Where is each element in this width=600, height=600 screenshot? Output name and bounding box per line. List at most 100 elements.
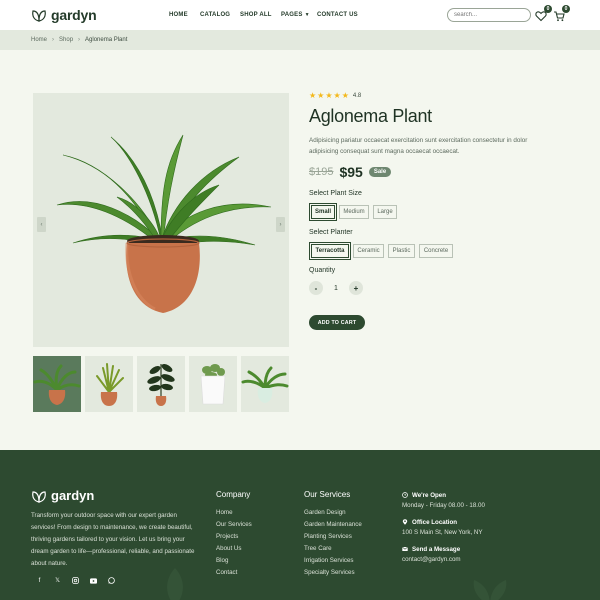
location-pin-icon (402, 519, 408, 525)
size-option-medium[interactable]: Medium (339, 205, 369, 219)
footer-link-garden-maintenance[interactable]: Garden Maintenance (304, 519, 362, 531)
footer-link-projects[interactable]: Projects (216, 531, 252, 543)
contact-message: Send a Message contact@gardyn.com (402, 544, 485, 565)
thumbnail-green-plant[interactable] (241, 356, 289, 412)
footer-link-contact[interactable]: Contact (216, 567, 252, 579)
youtube-icon[interactable] (90, 577, 97, 584)
quantity-value[interactable]: 1 (332, 285, 340, 292)
product-main-image (33, 93, 289, 347)
instagram-glyph (72, 577, 79, 584)
next-image-button[interactable]: › (276, 217, 285, 232)
footer-services-column: Our Services Garden Design Garden Mainte… (304, 490, 362, 579)
whatsapp-icon[interactable] (108, 577, 115, 584)
clock-icon (402, 492, 408, 498)
footer-link-our-services[interactable]: Our Services (216, 519, 252, 531)
contact-hours-label: We're Open (412, 491, 447, 499)
nav-item-contact-us[interactable]: CONTACT US (317, 12, 358, 18)
footer-link-about-us[interactable]: About Us (216, 543, 252, 555)
chevron-right-icon: › (78, 37, 81, 43)
quantity-increase-button[interactable]: + (349, 281, 363, 295)
footer-company-column: Company Home Our Services Projects About… (216, 490, 252, 579)
quantity-decrease-button[interactable]: - (309, 281, 323, 295)
minus-icon: - (314, 283, 318, 293)
facebook-icon[interactable]: f (36, 577, 43, 584)
product-title: Aglonema Plant (309, 106, 432, 126)
planter-option-concrete[interactable]: Concrete (419, 244, 453, 258)
contact-location: Office Location 100 S Main St, New York,… (402, 517, 485, 538)
footer-link-garden-design[interactable]: Garden Design (304, 507, 362, 519)
star-icon: ★ (333, 91, 341, 100)
rating-value: 4.8 (352, 93, 362, 99)
footer-link-tree-care[interactable]: Tree Care (304, 543, 362, 555)
wishlist-count-badge: 0 (544, 5, 552, 13)
instagram-icon[interactable] (72, 577, 79, 584)
star-icon: ★ (309, 91, 317, 100)
footer-link-blog[interactable]: Blog (216, 555, 252, 567)
prev-image-button[interactable]: ‹ (37, 217, 46, 232)
size-label: Select Plant Size (309, 190, 362, 197)
product-description: Adipisicing pariatur occaecat exercitati… (309, 137, 528, 155)
contact-email[interactable]: contact@gardyn.com (402, 554, 485, 565)
nav-item-catalog[interactable]: CATALOG (200, 12, 230, 18)
chevron-right-icon: › (279, 221, 282, 228)
footer-services-title: Our Services (304, 490, 351, 499)
quantity-label: Quantity (309, 267, 336, 274)
planter-label: Select Planter (309, 229, 353, 236)
mail-icon (402, 546, 408, 551)
footer-link-planting-services[interactable]: Planting Services (304, 531, 362, 543)
star-icon: ★ (317, 91, 325, 100)
x-icon[interactable]: 𝕏 (54, 577, 61, 584)
plant-thumbnail-image (96, 363, 124, 406)
leaf-decoration-icon (167, 568, 183, 600)
star-icon: ★ (341, 91, 349, 100)
nav-item-pages[interactable]: PAGES ▼ (281, 12, 310, 18)
add-to-cart-button[interactable]: ADD TO CART (309, 315, 365, 330)
footer-description: Transform your outdoor space with our ex… (31, 512, 195, 567)
rating: ★ ★ ★ ★ ★ 4.8 (309, 92, 361, 100)
price-row: $195 $95 Sale (309, 164, 392, 180)
footer-contact-column: We're Open Monday - Friday 08.00 - 18.00… (402, 490, 485, 571)
cart-button[interactable]: 0 (553, 5, 570, 22)
contact-hours: We're Open Monday - Friday 08.00 - 18.00 (402, 490, 485, 511)
sale-badge: Sale (368, 167, 392, 177)
nav-item-shop-all[interactable]: SHOP ALL (240, 12, 272, 18)
contact-message-label: Send a Message (412, 545, 461, 553)
plant-thumbnail-image (200, 364, 226, 405)
thumbnail-aglonema[interactable] (33, 356, 81, 412)
youtube-glyph (90, 577, 97, 584)
search-input[interactable] (447, 8, 531, 22)
footer-company-title: Company (216, 490, 251, 499)
old-price: $195 (309, 166, 334, 178)
contact-hours-value: Monday - Friday 08.00 - 18.00 (402, 502, 485, 509)
site-header: gardyn HOME CATALOG SHOP ALL PAGES ▼ CON… (0, 0, 600, 30)
breadcrumb-shop[interactable]: Shop (59, 37, 73, 43)
planter-option-plastic[interactable]: Plastic (388, 244, 415, 258)
nav-item-home[interactable]: HOME (169, 12, 188, 18)
plant-thumbnail-image (33, 364, 81, 405)
wishlist-button[interactable]: 0 (535, 5, 552, 22)
planter-option-terracotta[interactable]: Terracotta (309, 242, 351, 260)
size-option-small[interactable]: Small (309, 203, 337, 221)
size-option-large[interactable]: Large (373, 205, 397, 219)
footer-logo[interactable]: gardyn (31, 488, 94, 503)
breadcrumb: Home › Shop › Aglonema Plant (0, 30, 600, 50)
plant-thumbnail-image (147, 364, 175, 406)
current-price: $95 (339, 164, 363, 180)
footer-logo-text: gardyn (51, 488, 95, 503)
breadcrumb-home[interactable]: Home (31, 37, 47, 43)
planter-option-ceramic[interactable]: Ceramic (353, 244, 384, 258)
thumbnail-gallery (33, 356, 289, 412)
chevron-right-icon: › (52, 37, 55, 43)
thumbnail-snake-plant[interactable] (85, 356, 133, 412)
footer-link-irrigation-services[interactable]: Irrigation Services (304, 555, 362, 567)
thumbnail-succulent[interactable] (189, 356, 237, 412)
footer-link-home[interactable]: Home (216, 507, 252, 519)
social-links: f 𝕏 (36, 577, 115, 584)
chevron-left-icon: ‹ (40, 221, 43, 228)
chevron-down-icon: ▼ (304, 12, 310, 18)
contact-location-value: 100 S Main St, New York, NY (402, 529, 483, 536)
plant-thumbnail-image (241, 366, 289, 403)
leaf-logo-icon (32, 490, 46, 503)
thumbnail-rubber-plant[interactable] (137, 356, 185, 412)
footer-link-specialty-services[interactable]: Specialty Services (304, 567, 362, 579)
